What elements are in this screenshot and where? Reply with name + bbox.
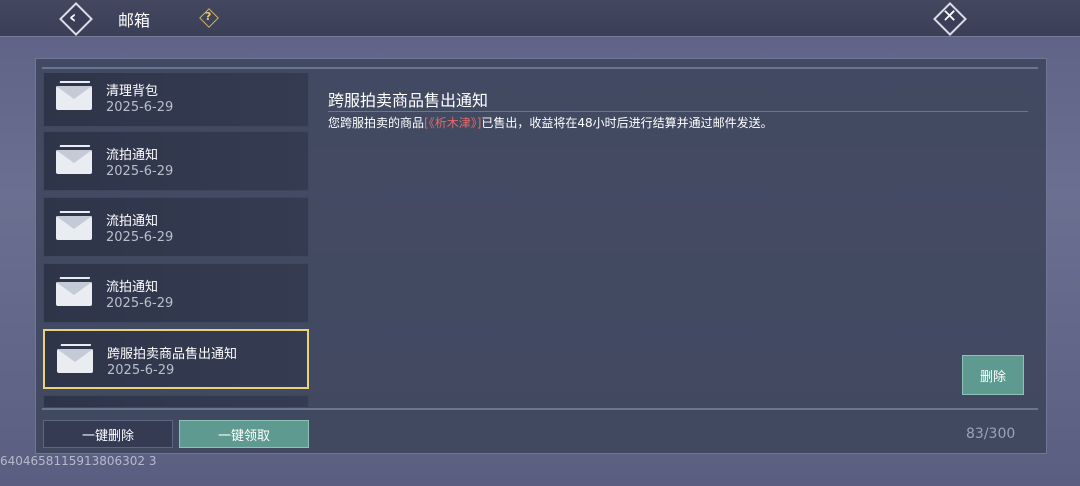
item-name-link[interactable]: [《析木津》] (424, 116, 481, 130)
close-button[interactable]: ✕ (933, 2, 967, 36)
envelope-icon (56, 282, 92, 306)
mail-detail-title: 跨服拍卖商品售出通知 (328, 91, 489, 110)
mail-date: 2025-6-29 (106, 164, 174, 179)
page-title: 邮箱 (118, 11, 151, 30)
mail-subject: 流拍通知 (106, 280, 159, 295)
envelope-icon (57, 349, 93, 373)
mail-subject: 跨服拍卖商品售出通知 (107, 347, 238, 362)
close-icon: ✕ (942, 6, 958, 27)
envelope-icon (56, 86, 92, 110)
mail-subject: 流拍通知 (106, 148, 159, 163)
mail-date: 2025-6-29 (106, 230, 174, 245)
user-id: 6404658115913806302 3 (0, 454, 157, 468)
mail-subject: 清理背包 (106, 84, 159, 99)
mail-detail: 跨服拍卖商品售出通知 您跨服拍卖的商品[《析木津》]已售出，收益将在48小时后进… (320, 73, 1030, 403)
mail-count: 83/300 (966, 426, 1016, 442)
back-button[interactable]: ‹ (59, 2, 93, 36)
envelope-icon (56, 216, 92, 240)
top-bar: ‹ 邮箱 ? ✕ (0, 0, 1080, 37)
mail-item[interactable] (43, 395, 309, 407)
divider (42, 408, 1038, 410)
mail-date: 2025-6-29 (106, 100, 174, 115)
mail-item[interactable]: 清理背包 2025-6-29 (43, 73, 309, 127)
envelope-icon (56, 150, 92, 174)
mail-subject: 流拍通知 (106, 214, 159, 229)
divider (42, 67, 1038, 69)
mail-item[interactable]: 流拍通知 2025-6-29 (43, 263, 309, 323)
mail-detail-body: 您跨服拍卖的商品[《析木津》]已售出，收益将在48小时后进行结算并通过邮件发送。 (328, 115, 788, 131)
question-icon: ? (205, 10, 212, 23)
mail-panel: 清理背包 2025-6-29 流拍通知 2025-6-29 流拍通知 2025-… (35, 58, 1047, 454)
chevron-left-icon: ‹ (69, 7, 77, 28)
bulk-delete-button[interactable]: 一键删除 (43, 420, 173, 448)
mail-date: 2025-6-29 (107, 363, 175, 378)
body-suffix: 已售出，收益将在48小时后进行结算并通过邮件发送。 (481, 116, 773, 130)
delete-button[interactable]: 删除 (962, 355, 1024, 395)
divider (328, 111, 1028, 112)
help-button[interactable]: ? (199, 8, 219, 28)
body-prefix: 您跨服拍卖的商品 (328, 116, 425, 130)
mail-item[interactable]: 流拍通知 2025-6-29 (43, 131, 309, 191)
mail-item[interactable]: 流拍通知 2025-6-29 (43, 197, 309, 257)
mail-item-selected[interactable]: 跨服拍卖商品售出通知 2025-6-29 (43, 329, 309, 389)
bulk-claim-button[interactable]: 一键领取 (179, 420, 309, 448)
mail-date: 2025-6-29 (106, 296, 174, 311)
mail-list[interactable]: 清理背包 2025-6-29 流拍通知 2025-6-29 流拍通知 2025-… (43, 73, 311, 407)
